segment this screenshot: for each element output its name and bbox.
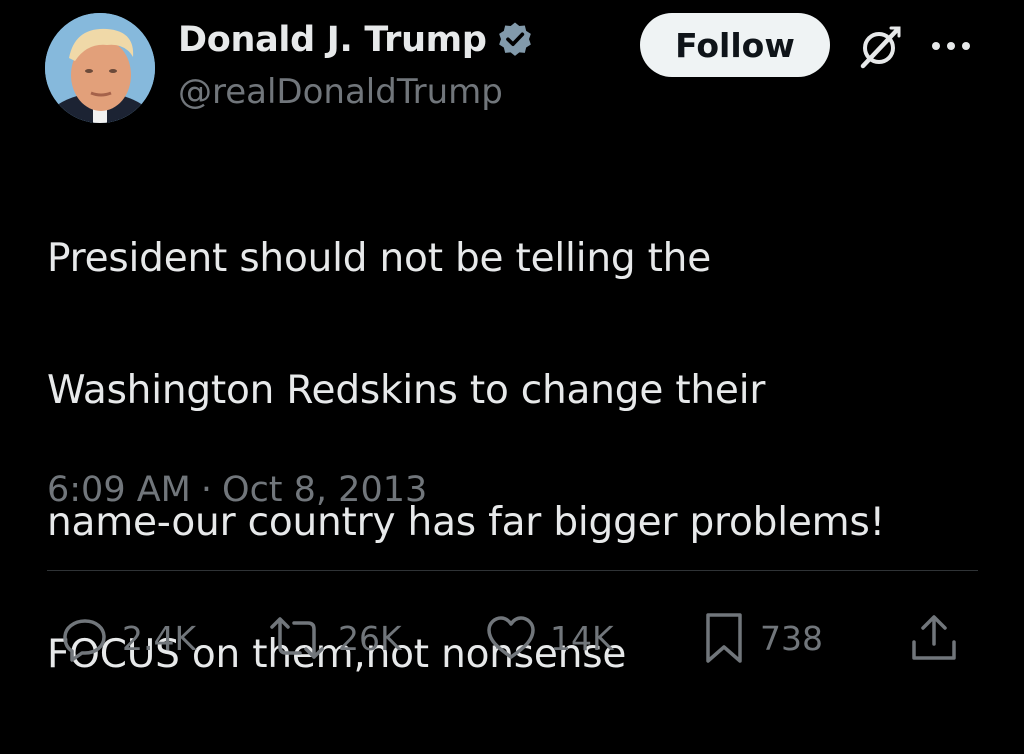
- retweet-button[interactable]: 26K: [268, 608, 402, 668]
- share-icon: [912, 615, 956, 660]
- like-count: 14K: [550, 618, 614, 658]
- avatar[interactable]: [45, 13, 155, 123]
- author-name-row[interactable]: Donald J. Trump: [178, 16, 535, 64]
- author-display-name[interactable]: Donald J. Trump: [178, 20, 487, 60]
- action-bar: 2.4K 26K 14K 738: [0, 608, 1024, 668]
- bookmark-icon: [706, 613, 742, 663]
- like-button[interactable]: 14K: [484, 608, 614, 668]
- more-dots-icon[interactable]: [928, 36, 974, 56]
- reply-icon: [63, 619, 106, 662]
- author-handle[interactable]: @realDonaldTrump: [178, 72, 503, 112]
- heart-icon: [487, 616, 535, 659]
- profile-photo-icon: [45, 13, 155, 123]
- reply-count: 2.4K: [122, 618, 197, 658]
- tweet-card: Donald J. Trump @realDonaldTrump Follow …: [0, 0, 1024, 709]
- reply-button[interactable]: 2.4K: [60, 608, 196, 668]
- retweet-count: 26K: [338, 618, 402, 658]
- verified-badge-icon: [495, 20, 535, 60]
- share-button[interactable]: [906, 608, 962, 668]
- grok-icon[interactable]: [855, 22, 905, 72]
- follow-button[interactable]: Follow: [640, 13, 830, 77]
- tweet-text-line: Washington Redskins to change their: [47, 368, 766, 413]
- divider: [47, 570, 978, 571]
- retweet-icon: [270, 617, 324, 659]
- tweet-date[interactable]: Oct 8, 2013: [222, 470, 427, 510]
- bookmark-button[interactable]: 738: [700, 608, 823, 668]
- tweet-time[interactable]: 6:09 AM: [47, 470, 191, 510]
- timestamp-separator: ·: [200, 470, 213, 510]
- tweet-text-line: President should not be telling the: [47, 236, 711, 281]
- bookmark-count: 738: [760, 618, 823, 658]
- tweet-timestamp[interactable]: 6:09 AM · Oct 8, 2013: [47, 470, 427, 510]
